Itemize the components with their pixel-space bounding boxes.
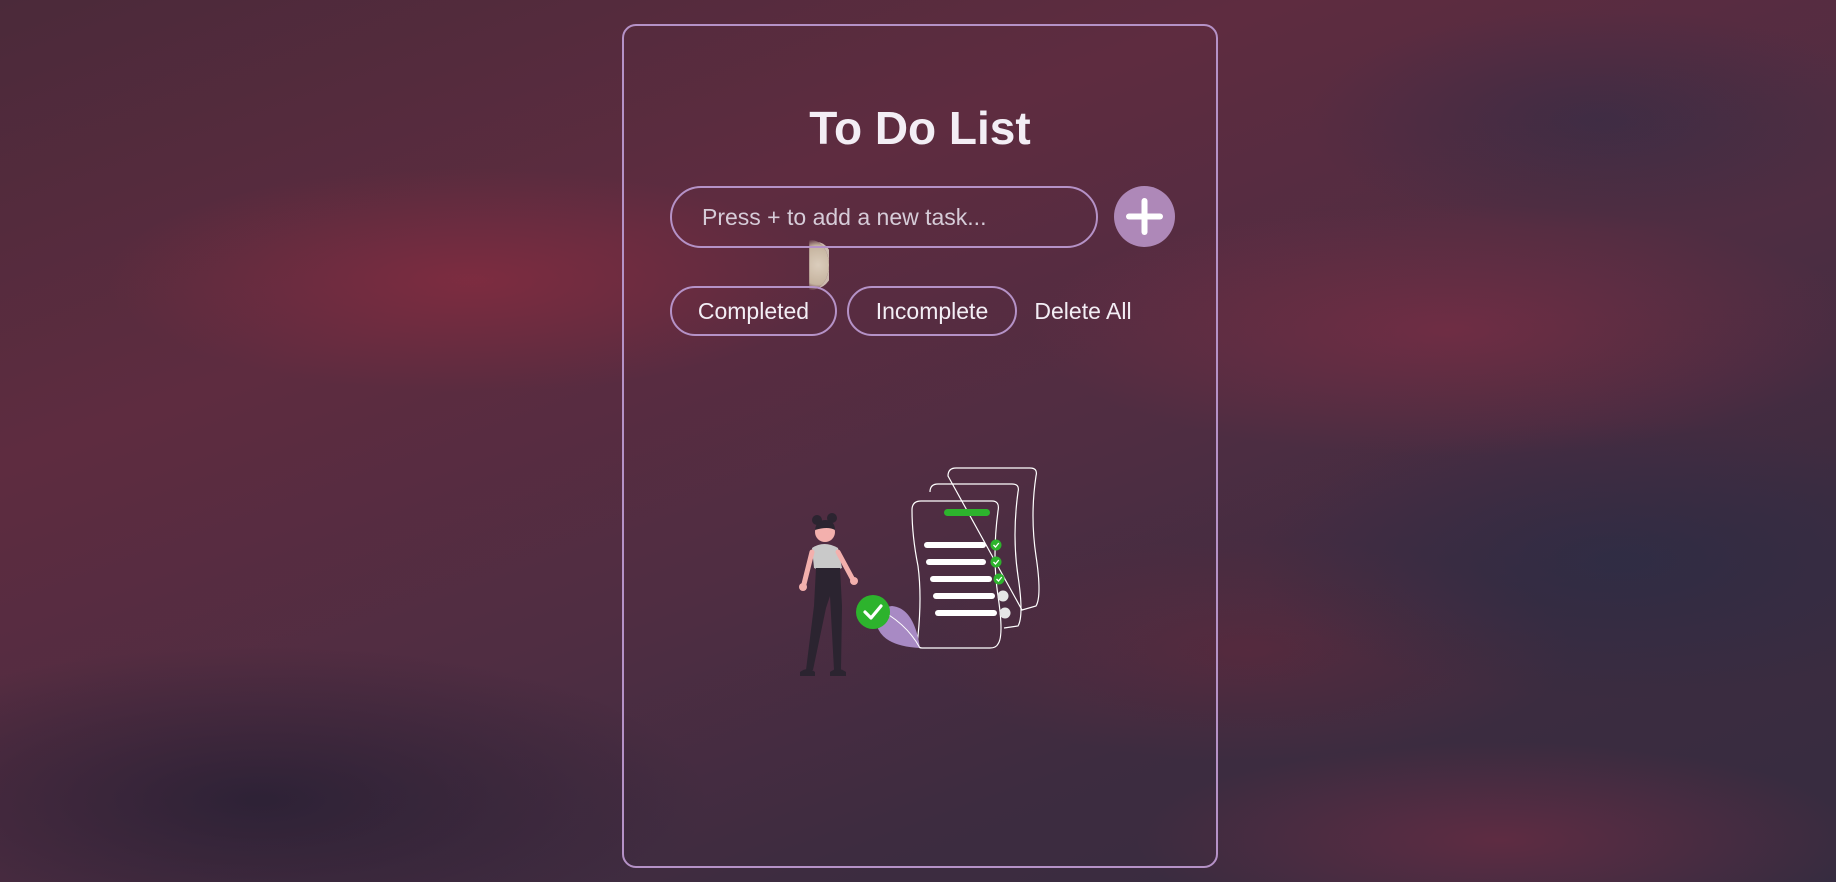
plus-icon [1126,198,1163,235]
page-title: To Do List [809,102,1031,154]
checklist-line [933,593,995,599]
person-figure [799,513,858,676]
check-icon [856,595,890,629]
check-icon [990,556,1002,568]
paper-back [947,467,1040,611]
checklist-line [930,576,992,582]
paper-header-bar [944,509,990,516]
delete-all-button[interactable]: Delete All [1026,286,1140,336]
paper-middle [929,483,1022,629]
add-task-button[interactable] [1114,186,1175,247]
checklist-line [926,559,986,565]
filter-incomplete-button[interactable]: Incomplete [847,286,1017,336]
check-icon [990,539,1002,551]
new-task-input[interactable] [670,186,1098,248]
empty-task-list-illustration [799,467,1040,676]
todo-card: To Do List Completed Incomplete Delete A… [622,24,1218,868]
unchecked-dot [997,590,1009,602]
paper-front [911,500,1011,649]
unchecked-dot [999,607,1011,619]
filter-completed-button[interactable]: Completed [670,286,837,336]
check-icon [993,573,1005,585]
checklist-line [924,542,986,548]
checklist-line [935,610,997,616]
